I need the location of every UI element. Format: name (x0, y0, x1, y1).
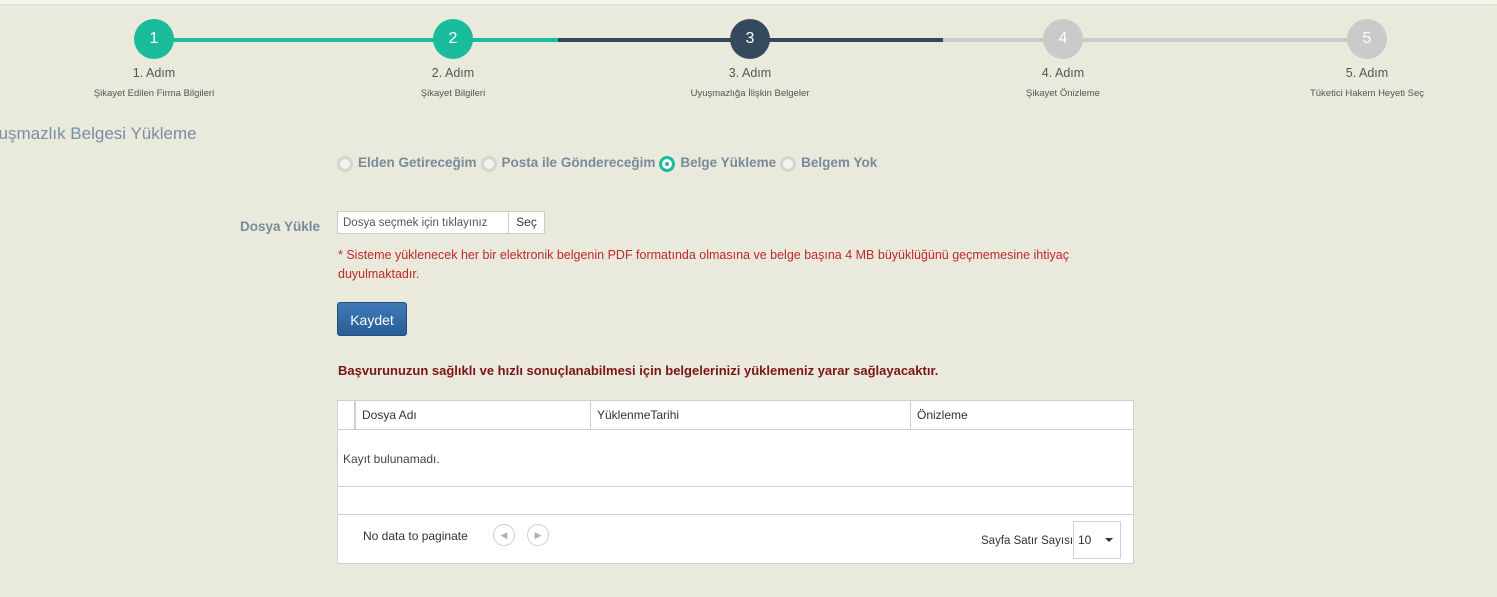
radio-label: Belgem Yok (801, 154, 878, 170)
radio-belge-yukleme[interactable]: Belge Yükleme (659, 154, 777, 172)
rows-per-page-label: Sayfa Satır Sayısı (981, 535, 1074, 547)
step-1-label: 1. Adım (132, 66, 176, 80)
step-1-subtitle: Şikayet Edilen Firma Bilgileri (93, 88, 215, 99)
radio-elden-getirecegim[interactable]: Elden Getireceğim (337, 154, 477, 172)
column-header-preview[interactable]: Önizleme (910, 401, 1133, 429)
prev-page-icon[interactable]: ◀ (493, 524, 515, 546)
step-5-subtitle: Tüketici Hakem Heyeti Seç (1309, 88, 1425, 99)
radio-posta-ile-gonderecegim[interactable]: Posta ile Göndereceğim (480, 154, 656, 172)
pager-status: No data to paginate (363, 529, 468, 543)
rows-per-page-select[interactable]: 10 (1073, 521, 1121, 559)
file-select-button[interactable]: Seç (509, 211, 545, 234)
empty-message: Kayıt bulunamadı. (343, 452, 440, 466)
step-2-label: 2. Adım (431, 66, 475, 80)
step-5-circle: 5 (1347, 19, 1387, 59)
step-1[interactable]: 1 1. Adım Şikayet Edilen Firma Bilgileri (54, 19, 254, 99)
documents-grid: Dosya Adı YüklenmeTarihi Önizleme Kayıt … (337, 400, 1134, 564)
radio-circle-icon[interactable] (480, 156, 497, 172)
radio-label: Elden Getireceğim (358, 154, 477, 170)
radio-belgem-yok[interactable]: Belgem Yok (780, 154, 878, 172)
step-4-circle: 4 (1043, 19, 1083, 59)
step-3-subtitle: Uyuşmazlığa İlişkin Belgeler (690, 88, 810, 99)
radio-circle-icon[interactable] (780, 156, 797, 172)
rows-per-page-value: 10 (1078, 533, 1092, 547)
chevron-down-icon (1105, 538, 1113, 542)
step-4-subtitle: Şikayet Önizleme (1026, 88, 1100, 99)
grid-header: Dosya Adı YüklenmeTarihi Önizleme (338, 401, 1133, 430)
step-3[interactable]: 3 3. Adım Uyuşmazlığa İlişkin Belgeler (650, 19, 850, 99)
save-button[interactable]: Kaydet (337, 302, 407, 336)
step-5[interactable]: 5 5. Adım Tüketici Hakem Heyeti Seç (1267, 19, 1467, 99)
step-1-circle: 1 (134, 19, 174, 59)
radio-label: Posta ile Göndereceğim (501, 154, 656, 170)
info-message: Başvurunuzun sağlıklı ve hızlı sonuçlana… (338, 363, 939, 378)
grid-footer-row (338, 487, 1133, 515)
wizard-stepper: 1 1. Adım Şikayet Edilen Firma Bilgileri… (0, 0, 1497, 110)
file-format-warning: * Sisteme yüklenecek her bir elektronik … (338, 248, 1069, 281)
next-page-icon[interactable]: ▶ (527, 524, 549, 546)
document-option-radio-group: Elden Getireceğim Posta ile Göndereceğim… (337, 154, 881, 172)
column-header-upload-date[interactable]: YüklenmeTarihi (590, 401, 910, 429)
step-5-label: 5. Adım (1345, 66, 1389, 80)
radio-checked-icon[interactable] (659, 156, 676, 172)
step-4[interactable]: 4 4. Adım Şikayet Önizleme (963, 19, 1163, 99)
step-3-label: 3. Adım (728, 66, 772, 80)
step-4-label: 4. Adım (1041, 66, 1085, 80)
step-3-circle: 3 (730, 19, 770, 59)
file-upload-input[interactable] (337, 211, 509, 234)
column-header-file-name[interactable]: Dosya Adı (355, 401, 590, 429)
radio-label: Belge Yükleme (680, 154, 777, 170)
step-2-circle: 2 (433, 19, 473, 59)
grid-empty-row: Kayıt bulunamadı. (338, 429, 1133, 487)
step-2-subtitle: Şikayet Bilgileri (420, 88, 486, 99)
section-title: yuşmazlık Belgesi Yükleme (0, 124, 197, 143)
grid-pager: No data to paginate ◀ ▶ Sayfa Satır Sayı… (338, 514, 1133, 563)
file-upload-label: Dosya Yükle (240, 219, 321, 234)
step-2[interactable]: 2 2. Adım Şikayet Bilgileri (353, 19, 553, 99)
radio-circle-icon[interactable] (337, 156, 353, 172)
